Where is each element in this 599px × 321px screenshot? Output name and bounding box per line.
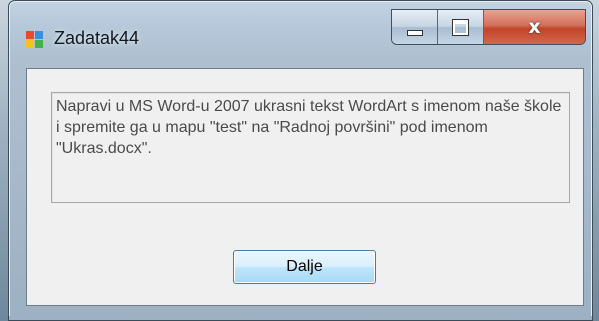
window-bottom-border: [9, 316, 592, 320]
window-title: Zadatak44: [54, 28, 140, 48]
next-button[interactable]: Dalje: [233, 250, 376, 284]
close-button[interactable]: x: [484, 10, 585, 44]
maximize-icon: [453, 19, 468, 35]
dialog-window: Zadatak44 x Napravi u MS Word-u 2007 ukr…: [8, 0, 593, 321]
caption-buttons: x: [391, 9, 586, 45]
close-icon: x: [528, 16, 541, 38]
minimize-button[interactable]: [392, 10, 438, 44]
title-bar[interactable]: Zadatak44 x: [9, 1, 592, 59]
message-text: Napravi u MS Word-u 2007 ukrasni tekst W…: [51, 92, 570, 203]
minimize-icon: [406, 30, 423, 36]
dialog-content: Napravi u MS Word-u 2007 ukrasni tekst W…: [26, 68, 584, 306]
app-icon: [26, 31, 44, 49]
maximize-button[interactable]: [438, 10, 484, 44]
